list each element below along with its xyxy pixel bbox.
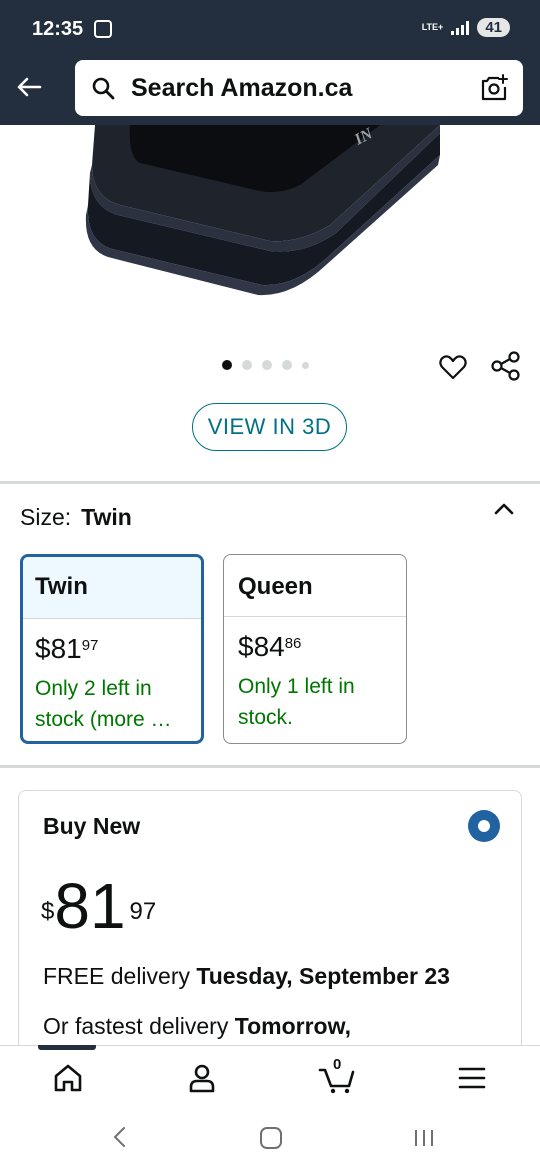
size-option-price: $8486 bbox=[224, 617, 406, 663]
system-nav-bar bbox=[0, 1105, 540, 1170]
home-icon[interactable] bbox=[48, 1058, 88, 1098]
buy-price: $81 97 bbox=[41, 871, 156, 941]
price-cents: 97 bbox=[129, 898, 157, 925]
search-header: Search Amazon.ca bbox=[0, 58, 540, 125]
status-bar: 12:35 LTE+ 41 bbox=[0, 0, 540, 58]
pager-dot[interactable] bbox=[282, 360, 292, 370]
system-home-icon[interactable] bbox=[260, 1127, 282, 1149]
fastest-delivery-text: Or fastest delivery Tomorrow, bbox=[43, 1013, 351, 1040]
price-currency: $ bbox=[41, 898, 55, 925]
heart-icon[interactable] bbox=[438, 352, 468, 382]
search-input[interactable]: Search Amazon.ca bbox=[131, 74, 352, 103]
price-whole: $81 bbox=[35, 633, 82, 664]
fastest-date: Tomorrow, bbox=[234, 1013, 352, 1039]
share-icon[interactable] bbox=[490, 350, 522, 382]
buy-new-title: Buy New bbox=[43, 813, 141, 839]
system-recents-icon[interactable] bbox=[412, 1127, 436, 1149]
account-icon[interactable] bbox=[182, 1058, 222, 1098]
screen-record-icon bbox=[94, 20, 112, 38]
buy-new-radio[interactable] bbox=[468, 810, 500, 842]
section-divider bbox=[0, 481, 540, 484]
size-label: Size: bbox=[20, 504, 72, 530]
active-tab-indicator bbox=[38, 1045, 96, 1050]
camera-search-icon[interactable] bbox=[479, 73, 509, 103]
status-icons: LTE+ 41 bbox=[422, 18, 510, 37]
delivery-date: Tuesday, September 23 bbox=[196, 963, 450, 989]
pager-dot[interactable] bbox=[242, 360, 252, 370]
price-whole: 81 bbox=[54, 870, 126, 942]
search-bar[interactable]: Search Amazon.ca bbox=[75, 60, 523, 116]
system-back-icon[interactable] bbox=[108, 1125, 132, 1149]
view-in-3d-button[interactable]: VIEW IN 3D bbox=[192, 403, 347, 451]
delivery-prefix: FREE delivery bbox=[43, 963, 197, 989]
battery-indicator: 41 bbox=[477, 18, 510, 37]
signal-icon bbox=[451, 20, 470, 35]
image-pager[interactable] bbox=[222, 360, 309, 370]
cart-button[interactable]: 0 bbox=[318, 1056, 358, 1098]
stock-status: Only 1 left in stock. bbox=[238, 675, 355, 729]
menu-icon[interactable] bbox=[452, 1058, 492, 1098]
product-image[interactable]: IN bbox=[0, 125, 540, 345]
size-option-name: Queen bbox=[224, 555, 406, 617]
network-type: LTE+ bbox=[421, 22, 444, 32]
price-cents: 86 bbox=[284, 635, 302, 652]
chevron-up-icon[interactable] bbox=[492, 497, 516, 521]
pager-dot[interactable] bbox=[302, 361, 309, 369]
size-selector-header[interactable]: Size: Twin bbox=[20, 504, 132, 531]
size-selected-value: Twin bbox=[81, 504, 132, 530]
section-divider bbox=[0, 765, 540, 768]
search-icon bbox=[92, 77, 115, 100]
size-option-price: $8197 bbox=[23, 619, 201, 665]
price-whole: $84 bbox=[238, 631, 285, 662]
status-time: 12:35 bbox=[32, 18, 84, 40]
size-option-twin[interactable]: Twin $8197 Only 2 left in stock (more … bbox=[20, 554, 204, 744]
bottom-nav: 0 bbox=[0, 1045, 540, 1105]
stock-status: Only 2 left in stock (more … bbox=[35, 677, 172, 731]
pager-dot[interactable] bbox=[222, 360, 232, 370]
free-delivery-text: FREE delivery Tuesday, September 23 bbox=[43, 963, 450, 990]
size-option-name: Twin bbox=[23, 557, 201, 619]
price-cents: 97 bbox=[81, 637, 99, 654]
size-option-queen[interactable]: Queen $8486 Only 1 left in stock. bbox=[223, 554, 407, 744]
pager-dot[interactable] bbox=[262, 360, 272, 370]
back-arrow-icon[interactable] bbox=[14, 72, 44, 102]
fastest-prefix: Or fastest delivery bbox=[43, 1013, 235, 1039]
air-mattress-image: IN bbox=[85, 125, 440, 296]
cart-count: 0 bbox=[333, 1056, 342, 1073]
